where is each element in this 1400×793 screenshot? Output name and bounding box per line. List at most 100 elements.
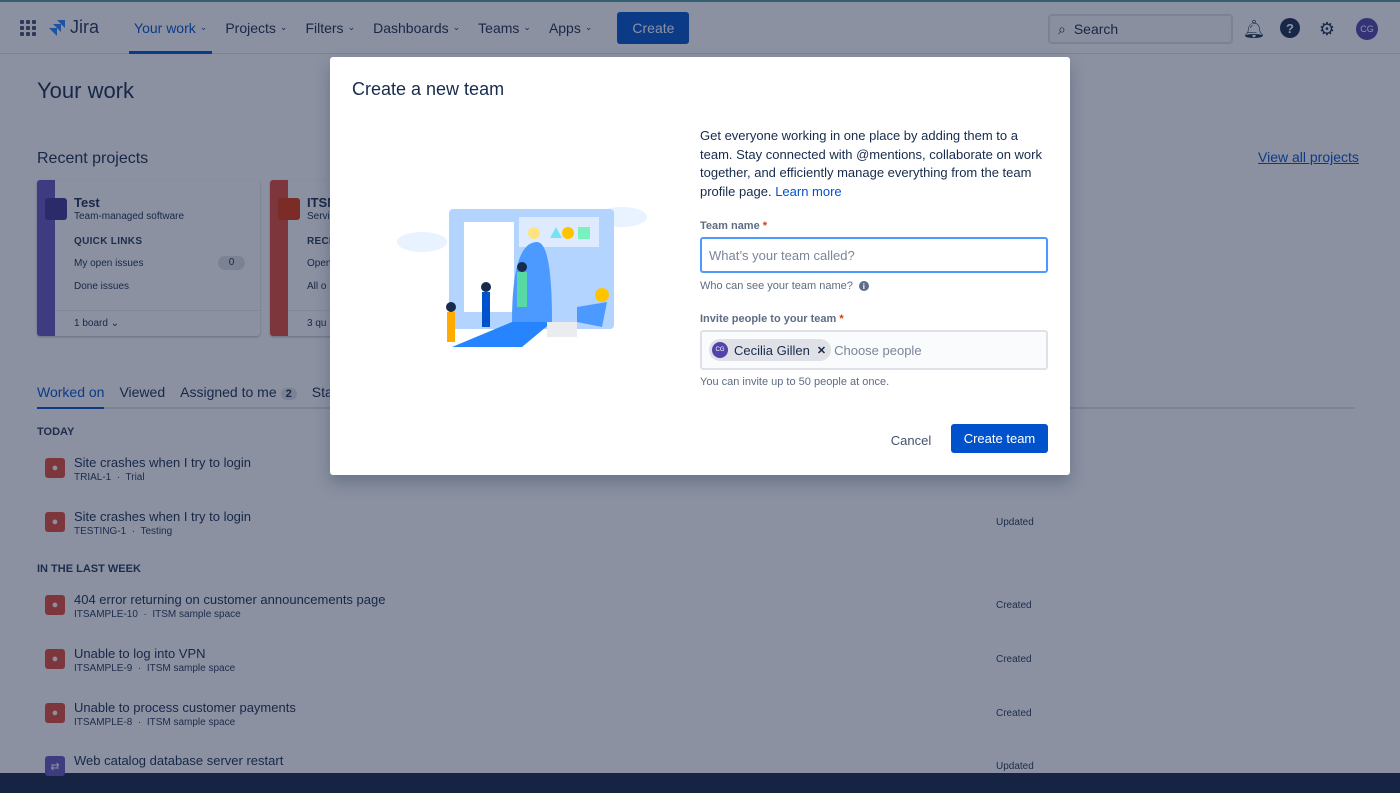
- nav-label: Dashboards: [373, 19, 449, 36]
- quick-links-heading: QUICK LINKS: [74, 236, 143, 247]
- project-type: Team-managed software: [74, 211, 185, 222]
- nav-label: Apps: [548, 19, 581, 36]
- nav-apps[interactable]: Apps ⌄: [540, 2, 601, 54]
- nav-label: Projects: [225, 19, 276, 36]
- nav-your-work[interactable]: Your work ⌄: [125, 2, 216, 54]
- issue-meta: ITSAMPLE-10 · ITSM sample space: [74, 609, 241, 620]
- issue-title: 404 error returning on customer announce…: [74, 592, 386, 607]
- project-avatar-icon: [45, 198, 67, 220]
- nav-dashboards[interactable]: Dashboards ⌄: [364, 2, 469, 54]
- issue-project: Trial: [125, 472, 145, 483]
- recent-projects-title: Recent projects: [37, 150, 149, 167]
- team-name-label: Team name *: [700, 220, 767, 232]
- issue-type-icon: ●: [45, 458, 65, 478]
- invitee-name: Cecilia Gillen: [734, 342, 810, 358]
- avatar: CG: [712, 342, 728, 358]
- boards-dropdown[interactable]: 1 board ⌄: [55, 310, 260, 336]
- jira-logo[interactable]: Jira: [48, 17, 99, 38]
- issue-status: Created: [996, 654, 1032, 665]
- list-item[interactable]: ● Unable to process customer payments IT…: [45, 700, 1045, 740]
- issue-title: Site crashes when I try to login: [74, 509, 252, 524]
- issue-key: ITSAMPLE-8: [74, 717, 133, 728]
- search-icon: ⌕: [1058, 20, 1066, 37]
- choose-people-input[interactable]: [834, 342, 1015, 358]
- search-input[interactable]: ⌕ Search: [1048, 14, 1233, 44]
- issue-project: ITSM sample space: [146, 663, 236, 674]
- issue-title: Unable to log into VPN: [74, 646, 206, 661]
- issue-meta: ITSAMPLE-9 · ITSM sample space: [74, 663, 236, 674]
- issue-meta: TESTING-1 · Testing: [74, 526, 173, 537]
- invitee-chip: CG Cecilia Gillen ✕: [709, 339, 832, 361]
- team-name-input[interactable]: [700, 237, 1048, 273]
- list-item[interactable]: ⇄ Web catalog database server restart Up…: [45, 753, 1045, 793]
- create-button[interactable]: Create: [617, 11, 690, 44]
- issue-title: Web catalog database server restart: [74, 753, 284, 768]
- list-item[interactable]: ● Unable to log into VPN ITSAMPLE-9 · IT…: [45, 646, 1045, 686]
- jira-logo-icon: [49, 19, 65, 36]
- tab-label: Worked on: [37, 384, 105, 400]
- tab-worked-on[interactable]: Worked on: [37, 384, 105, 409]
- nav-filters[interactable]: Filters ⌄: [296, 2, 364, 54]
- dialog-description: Get everyone working in one place by add…: [700, 127, 1050, 201]
- tab-assigned-to-me[interactable]: Assigned to me 2: [180, 384, 297, 407]
- queue-link[interactable]: Open: [307, 258, 331, 269]
- group-heading-week: IN THE LAST WEEK: [37, 563, 141, 575]
- remove-icon[interactable]: ✕: [817, 344, 826, 357]
- help-icon[interactable]: ?: [1280, 18, 1300, 38]
- list-item[interactable]: ● Site crashes when I try to login TESTI…: [45, 509, 1045, 549]
- cancel-button[interactable]: Cancel: [880, 426, 942, 454]
- invite-people-field[interactable]: CG Cecilia Gillen ✕: [700, 330, 1048, 370]
- create-team-button[interactable]: Create team: [951, 424, 1048, 453]
- issue-status: Created: [996, 708, 1032, 719]
- chevron-down-icon: ⌄: [584, 22, 593, 32]
- issue-key: TESTING-1: [74, 526, 127, 537]
- avatar[interactable]: CG: [1355, 17, 1379, 41]
- issue-key: TRIAL-1: [74, 472, 112, 483]
- project-name: Test: [74, 195, 100, 210]
- learn-more-link[interactable]: Learn more: [775, 184, 841, 199]
- list-item[interactable]: ● 404 error returning on customer announ…: [45, 592, 1045, 632]
- issue-type-icon: ●: [45, 512, 65, 532]
- tab-viewed[interactable]: Viewed: [119, 384, 165, 407]
- tab-label: Viewed: [119, 384, 166, 400]
- project-card-test[interactable]: Test Team-managed software QUICK LINKS M…: [37, 180, 260, 336]
- done-issues-link[interactable]: Done issues: [74, 281, 129, 292]
- issue-project: ITSM sample space: [146, 717, 236, 728]
- settings-icon[interactable]: ⚙: [1316, 18, 1338, 40]
- wrench-icon: [278, 198, 300, 220]
- top-navigation: Jira Your work ⌄ Projects ⌄ Filters ⌄ Dashb…: [0, 0, 1400, 54]
- issue-status: Created: [996, 600, 1032, 611]
- issue-title: Site crashes when I try to login: [74, 455, 252, 470]
- dialog-title: Create a new team: [352, 79, 505, 99]
- label-text: Team name: [700, 220, 760, 232]
- nav-projects[interactable]: Projects ⌄: [216, 2, 296, 54]
- issue-key: ITSAMPLE-10: [74, 609, 138, 620]
- chevron-down-icon: ⌄: [279, 22, 288, 32]
- issue-type-icon: ●: [45, 649, 65, 669]
- issue-project: Testing: [140, 526, 173, 537]
- tab-label: Assigned to me: [180, 384, 277, 400]
- required-mark: *: [839, 313, 844, 325]
- issue-status: Updated: [996, 517, 1034, 528]
- issue-title: Unable to process customer payments: [74, 700, 296, 715]
- queue-link[interactable]: All o: [307, 281, 326, 292]
- notifications-icon[interactable]: 🔔︎: [1243, 18, 1266, 40]
- chevron-down-icon: ⌄: [199, 22, 208, 32]
- nav-label: Your work: [134, 19, 196, 36]
- team-illustration: [397, 207, 647, 347]
- nav-label: Filters: [305, 19, 344, 36]
- my-open-issues-link[interactable]: My open issues: [74, 258, 143, 269]
- description-text: Get everyone working in one place by add…: [700, 128, 1042, 199]
- open-issues-count: 0: [218, 256, 245, 270]
- nav-label: Teams: [478, 19, 520, 36]
- view-all-projects-link[interactable]: View all projects: [1258, 149, 1359, 165]
- help-text: Who can see your team name?: [700, 280, 853, 292]
- app-switcher-icon[interactable]: [20, 19, 36, 36]
- issue-type-icon: ●: [45, 595, 65, 615]
- issue-type-icon: ⇄: [45, 756, 65, 776]
- nav-teams[interactable]: Teams ⌄: [469, 2, 540, 54]
- issue-key: ITSAMPLE-9: [74, 663, 133, 674]
- team-name-help: Who can see your team name? i: [700, 280, 869, 292]
- info-icon[interactable]: i: [858, 281, 869, 291]
- issue-meta: ITSAMPLE-8 · ITSM sample space: [74, 717, 236, 728]
